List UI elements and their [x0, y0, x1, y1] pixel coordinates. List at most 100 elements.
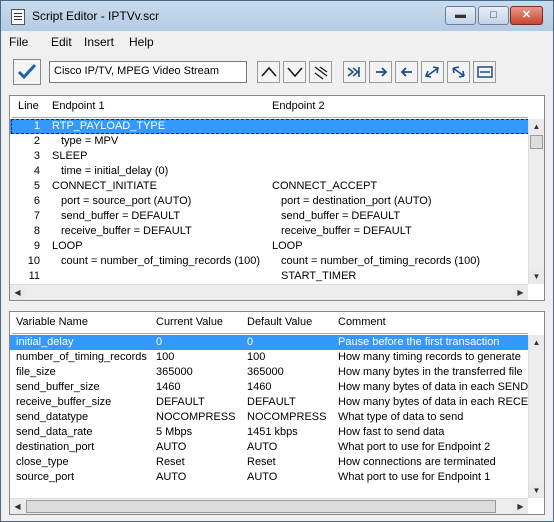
line-number: 6 — [33, 195, 40, 207]
pane-splitter[interactable] — [1, 303, 553, 309]
col-header-endpoint1[interactable]: Endpoint 1 — [52, 100, 105, 112]
default-value: 1451 kbps — [247, 426, 298, 438]
col-header-comment[interactable]: Comment — [338, 316, 386, 328]
variables-vertical-scrollbar[interactable]: ▲ ▼ — [528, 335, 544, 498]
scroll-thumb[interactable] — [26, 500, 496, 513]
script-row[interactable]: 10 count = number_of_timing_records (100)… — [10, 254, 530, 269]
scroll-right-arrow-icon[interactable]: ▶ — [513, 285, 528, 300]
toolbar: Cisco IP/TV, MPEG Video Stream — [1, 53, 553, 93]
endpoint2-command: START_TIMER — [281, 270, 357, 282]
variable-comment: What port to use for Endpoint 2 — [338, 441, 491, 453]
variable-name: close_type — [16, 456, 69, 468]
script-file-icon — [11, 9, 25, 25]
scroll-left-arrow-icon[interactable]: ◀ — [10, 285, 25, 300]
script-row[interactable]: 2 type = MPV — [10, 134, 530, 149]
current-value: 365000 — [156, 366, 193, 378]
variable-row[interactable]: file_size 365000 365000 How many bytes in t… — [10, 365, 532, 380]
close-button[interactable]: ✕ — [510, 6, 543, 25]
jump-all-button[interactable] — [343, 61, 366, 83]
variable-name: receive_buffer_size — [16, 396, 112, 408]
maximize-button[interactable]: □ — [478, 6, 509, 25]
script-row[interactable]: 1 RTP_PAYLOAD_TYPE — [10, 119, 530, 134]
script-row[interactable]: 6 port = source_port (AUTO) port = destina… — [10, 194, 530, 209]
col-header-variable-name[interactable]: Variable Name — [16, 316, 88, 328]
variable-row[interactable]: close_type Reset Reset How connections are … — [10, 455, 532, 470]
script-pane[interactable]: Line Endpoint 1 Endpoint 2 1 RTP_PAYLOAD_… — [9, 95, 545, 301]
variable-comment: How many bytes of data in each RECEIVE — [338, 396, 530, 408]
variable-name: source_port — [16, 471, 75, 483]
split-button[interactable] — [473, 61, 496, 83]
maximize-icon: □ — [490, 9, 497, 21]
script-row[interactable]: 7 send_buffer = DEFAULT send_buffer = DEFA… — [10, 209, 530, 224]
move-up-button[interactable] — [257, 61, 280, 83]
variable-row[interactable]: send_data_rate 5 Mbps 1451 kbps How fast to… — [10, 425, 532, 440]
scroll-left-arrow-icon[interactable]: ◀ — [10, 499, 25, 514]
variable-name: destination_port — [16, 441, 95, 453]
col-header-endpoint2[interactable]: Endpoint 2 — [272, 100, 325, 112]
variables-pane[interactable]: Variable Name Current Value Default Valu… — [9, 311, 545, 515]
variable-row[interactable]: source_port AUTO AUTO What port to use for … — [10, 470, 532, 485]
validate-button[interactable] — [13, 59, 41, 85]
endpoint2-command: CONNECT_ACCEPT — [272, 180, 378, 192]
move-right-button[interactable] — [369, 61, 392, 83]
scroll-up-arrow-icon[interactable]: ▲ — [529, 335, 544, 350]
endpoint1-command: send_buffer = DEFAULT — [61, 210, 181, 222]
line-number: 1 — [33, 120, 40, 132]
script-row[interactable]: 11 START_TIMER — [10, 269, 530, 284]
header-separator — [12, 333, 528, 334]
script-row[interactable]: 9 LOOP LOOP — [10, 239, 530, 254]
variable-row[interactable]: send_buffer_size 1460 1460 How many bytes o… — [10, 380, 532, 395]
variable-row[interactable]: send_datatype NOCOMPRESS NOCOMPRESS What ty… — [10, 410, 532, 425]
scroll-thumb[interactable] — [530, 135, 543, 149]
minimize-button[interactable]: ▬ — [445, 6, 476, 25]
script-row[interactable]: 8 receive_buffer = DEFAULT receive_buffer … — [10, 224, 530, 239]
col-header-line[interactable]: Line — [18, 100, 39, 112]
line-number: 4 — [33, 165, 40, 177]
script-row[interactable]: 3 SLEEP — [10, 149, 530, 164]
variable-name: send_data_rate — [16, 426, 93, 438]
endpoint1-command: time = initial_delay (0) — [61, 165, 169, 177]
default-value: 100 — [247, 351, 266, 363]
endpoint1-command: SLEEP — [52, 150, 88, 162]
variable-row[interactable]: receive_buffer_size DEFAULT DEFAULT How man… — [10, 395, 532, 410]
script-horizontal-scrollbar[interactable]: ◀ ▶ — [10, 284, 528, 300]
menu-edit[interactable]: Edit — [51, 35, 72, 49]
variable-row[interactable]: destination_port AUTO AUTO What port to use… — [10, 440, 532, 455]
current-value: 5 Mbps — [156, 426, 193, 438]
variable-name: file_size — [16, 366, 56, 378]
scroll-right-arrow-icon[interactable]: ▶ — [513, 499, 528, 514]
script-title-field[interactable]: Cisco IP/TV, MPEG Video Stream — [49, 61, 247, 83]
arrow-right-icon — [376, 67, 388, 77]
variable-row[interactable]: initial_delay 0 0 Pause before the first tr… — [10, 335, 532, 350]
endpoint1-command: receive_buffer = DEFAULT — [61, 225, 192, 237]
script-row[interactable]: 4 time = initial_delay (0) — [10, 164, 530, 179]
move-left-button[interactable] — [395, 61, 418, 83]
endpoint2-command: LOOP — [272, 240, 303, 252]
arrow-left-icon — [400, 67, 412, 77]
title-bar[interactable]: Script Editor - IPTVv.scr ▬ □ ✕ — [1, 1, 553, 31]
col-header-current-value[interactable]: Current Value — [156, 316, 223, 328]
menu-file[interactable]: File — [9, 35, 28, 49]
scroll-down-arrow-icon[interactable]: ▼ — [529, 483, 544, 498]
default-value: 1460 — [247, 381, 272, 393]
scroll-down-arrow-icon[interactable]: ▼ — [529, 269, 544, 284]
variable-row[interactable]: number_of_timing_records 100 100 How many t… — [10, 350, 532, 365]
script-row[interactable]: 5 CONNECT_INITIATE CONNECT_ACCEPT — [10, 179, 530, 194]
script-vertical-scrollbar[interactable]: ▲ ▼ — [528, 119, 544, 284]
col-header-default-value[interactable]: Default Value — [247, 316, 312, 328]
split-icon — [477, 66, 493, 78]
menu-help[interactable]: Help — [129, 35, 154, 49]
current-value: 100 — [156, 351, 175, 363]
endpoint2-command: count = number_of_timing_records (100) — [281, 255, 481, 267]
swap-back-button[interactable] — [447, 61, 470, 83]
default-value: AUTO — [247, 471, 278, 483]
swap-button[interactable] — [421, 61, 444, 83]
variables-horizontal-scrollbar[interactable]: ◀ ▶ — [10, 498, 528, 514]
window-title: Script Editor - IPTVv.scr — [32, 9, 160, 23]
variable-comment: How fast to send data — [338, 426, 445, 438]
scroll-up-arrow-icon[interactable]: ▲ — [529, 119, 544, 134]
menu-insert[interactable]: Insert — [84, 35, 114, 49]
line-number: 7 — [33, 210, 40, 222]
collapse-button[interactable] — [309, 61, 332, 83]
move-down-button[interactable] — [283, 61, 306, 83]
